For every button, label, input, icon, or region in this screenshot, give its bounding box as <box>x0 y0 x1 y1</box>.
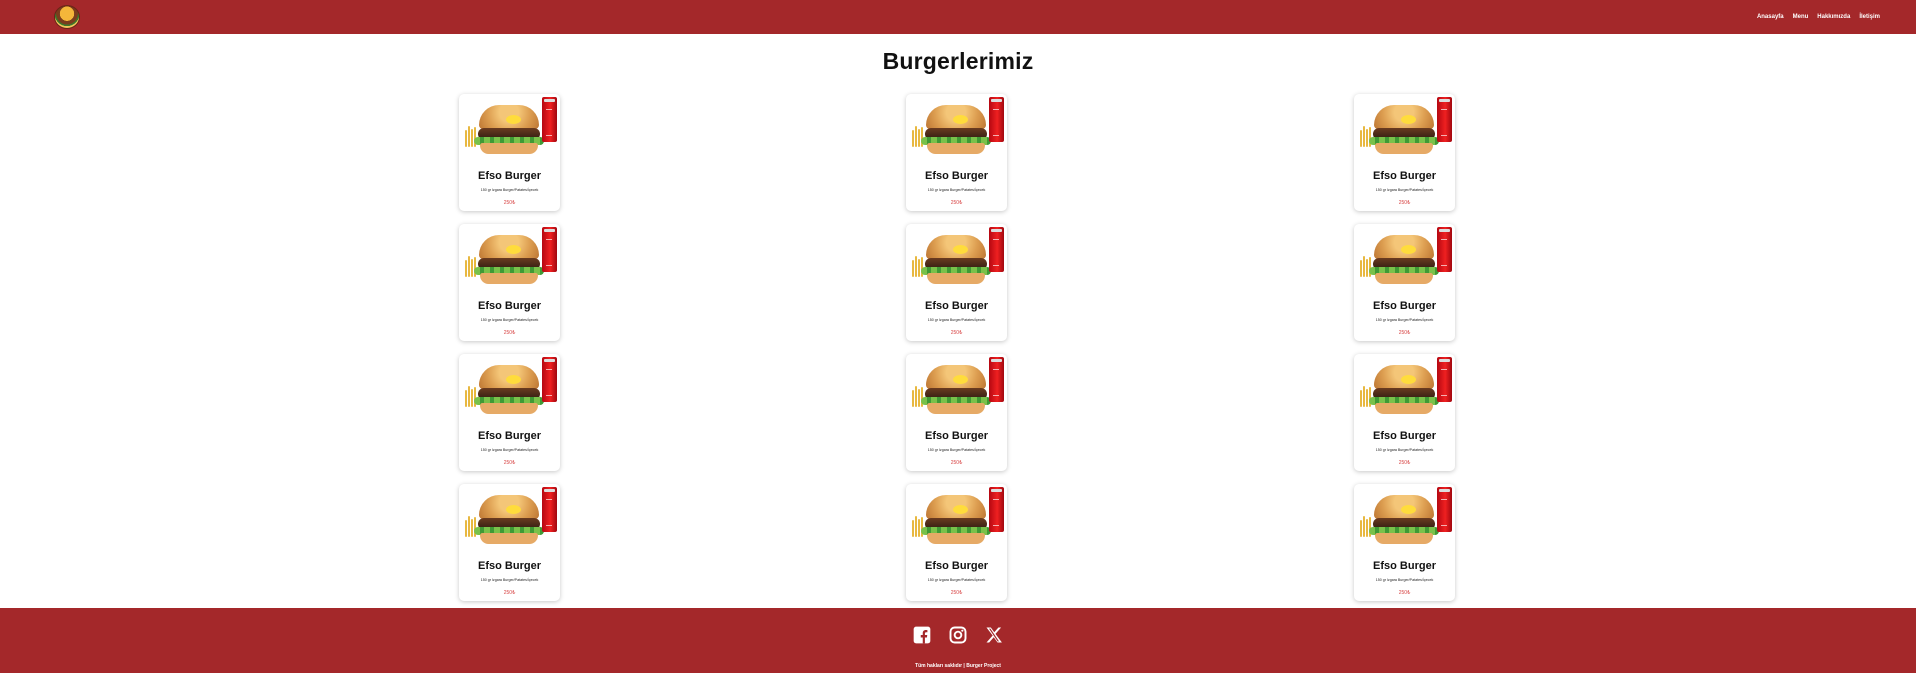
burger-description: 150 gr Izgara Burger/Patates/İçecek <box>480 578 539 582</box>
burger-price: 250₺ <box>1398 590 1411 596</box>
burger-name: Efso Burger <box>478 430 541 442</box>
burger-price: 250₺ <box>950 330 963 336</box>
burger-card[interactable]: Efso Burger 150 gr Izgara Burger/Patates… <box>906 484 1007 601</box>
burger-card[interactable]: Efso Burger 150 gr Izgara Burger/Patates… <box>1354 94 1455 211</box>
burger-image <box>462 227 557 289</box>
burger-card[interactable]: Efso Burger 150 gr Izgara Burger/Patates… <box>906 94 1007 211</box>
burger-description: 150 gr Izgara Burger/Patates/İçecek <box>1375 318 1434 322</box>
social-links <box>0 625 1916 645</box>
burger-name: Efso Burger <box>478 170 541 182</box>
burger-name: Efso Burger <box>1373 560 1436 572</box>
burger-name: Efso Burger <box>1373 430 1436 442</box>
burger-price: 250₺ <box>1398 460 1411 466</box>
x-icon[interactable] <box>984 625 1004 645</box>
burger-image <box>909 357 1004 419</box>
burger-card[interactable]: Efso Burger 150 gr Izgara Burger/Patates… <box>1354 354 1455 471</box>
burger-image <box>909 97 1004 159</box>
facebook-icon[interactable] <box>912 625 932 645</box>
burger-card[interactable]: Efso Burger 150 gr Izgara Burger/Patates… <box>459 224 560 341</box>
burger-price: 250₺ <box>950 200 963 206</box>
burger-description: 150 gr Izgara Burger/Patates/İçecek <box>1375 578 1434 582</box>
burger-image <box>1357 487 1452 549</box>
instagram-icon[interactable] <box>948 625 968 645</box>
burger-image <box>462 97 557 159</box>
burger-name: Efso Burger <box>925 430 988 442</box>
burger-card[interactable]: Efso Burger 150 gr Izgara Burger/Patates… <box>459 484 560 601</box>
burger-price: 250₺ <box>950 590 963 596</box>
burger-description: 150 gr Izgara Burger/Patates/İçecek <box>927 448 986 452</box>
burger-description: 150 gr Izgara Burger/Patates/İçecek <box>480 448 539 452</box>
burger-image <box>1357 357 1452 419</box>
burger-image <box>1357 97 1452 159</box>
burger-grid: Efso Burger 150 gr Izgara Burger/Patates… <box>0 0 1916 610</box>
burger-image <box>462 357 557 419</box>
site-footer: Tüm hakları saklıdır | Burger Project <box>0 608 1916 673</box>
burger-image <box>1357 227 1452 289</box>
burger-description: 150 gr Izgara Burger/Patates/İçecek <box>1375 448 1434 452</box>
burger-description: 150 gr Izgara Burger/Patates/İçecek <box>480 188 539 192</box>
burger-name: Efso Burger <box>925 170 988 182</box>
burger-card[interactable]: Efso Burger 150 gr Izgara Burger/Patates… <box>906 224 1007 341</box>
burger-name: Efso Burger <box>925 300 988 312</box>
burger-card[interactable]: Efso Burger 150 gr Izgara Burger/Patates… <box>1354 484 1455 601</box>
burger-name: Efso Burger <box>1373 170 1436 182</box>
burger-name: Efso Burger <box>478 300 541 312</box>
burger-description: 150 gr Izgara Burger/Patates/İçecek <box>480 318 539 322</box>
burger-card[interactable]: Efso Burger 150 gr Izgara Burger/Patates… <box>906 354 1007 471</box>
burger-price: 250₺ <box>503 460 516 466</box>
burger-description: 150 gr Izgara Burger/Patates/İçecek <box>1375 188 1434 192</box>
burger-price: 250₺ <box>503 200 516 206</box>
burger-price: 250₺ <box>1398 330 1411 336</box>
burger-description: 150 gr Izgara Burger/Patates/İçecek <box>927 188 986 192</box>
burger-name: Efso Burger <box>478 560 541 572</box>
burger-name: Efso Burger <box>1373 300 1436 312</box>
burger-card[interactable]: Efso Burger 150 gr Izgara Burger/Patates… <box>1354 224 1455 341</box>
burger-image <box>909 487 1004 549</box>
burger-name: Efso Burger <box>925 560 988 572</box>
burger-price: 250₺ <box>503 590 516 596</box>
burger-description: 150 gr Izgara Burger/Patates/İçecek <box>927 318 986 322</box>
footer-copyright: Tüm hakları saklıdır | Burger Project <box>915 663 1001 669</box>
burger-card[interactable]: Efso Burger 150 gr Izgara Burger/Patates… <box>459 94 560 211</box>
burger-price: 250₺ <box>1398 200 1411 206</box>
burger-image <box>909 227 1004 289</box>
burger-image <box>462 487 557 549</box>
burger-price: 250₺ <box>950 460 963 466</box>
burger-description: 150 gr Izgara Burger/Patates/İçecek <box>927 578 986 582</box>
burger-price: 250₺ <box>503 330 516 336</box>
burger-card[interactable]: Efso Burger 150 gr Izgara Burger/Patates… <box>459 354 560 471</box>
